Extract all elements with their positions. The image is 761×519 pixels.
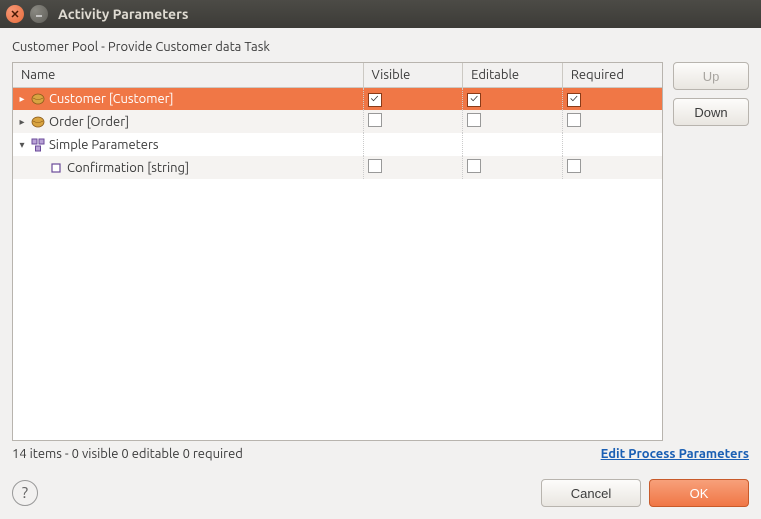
column-header-name[interactable]: Name [13, 63, 363, 87]
down-button[interactable]: Down [673, 98, 749, 126]
visible-checkbox[interactable]: ✓ [368, 93, 382, 107]
close-icon[interactable] [6, 5, 24, 23]
window-title: Activity Parameters [58, 6, 188, 22]
ok-button[interactable]: OK [649, 479, 749, 507]
status-text: 14 items - 0 visible 0 editable 0 requir… [12, 447, 243, 461]
visible-checkbox[interactable] [368, 113, 382, 127]
required-checkbox[interactable] [567, 159, 581, 173]
required-checkbox[interactable] [567, 113, 581, 127]
table-row[interactable]: Confirmation [string] [13, 156, 662, 179]
group-icon [31, 138, 45, 152]
up-button[interactable]: Up [673, 62, 749, 90]
edit-process-parameters-link[interactable]: Edit Process Parameters [601, 447, 749, 461]
row-label: Confirmation [string] [67, 161, 189, 175]
visible-checkbox[interactable] [368, 159, 382, 173]
object-icon [31, 115, 45, 129]
help-button[interactable]: ? [12, 480, 38, 506]
minimize-icon[interactable] [30, 5, 48, 23]
row-label: Customer [Customer] [49, 92, 174, 106]
table-row[interactable]: ▸ Order [Order] [13, 110, 662, 133]
editable-checkbox[interactable]: ✓ [467, 93, 481, 107]
editable-checkbox[interactable] [467, 159, 481, 173]
subtitle: Customer Pool - Provide Customer data Ta… [12, 40, 749, 54]
cancel-button[interactable]: Cancel [541, 479, 641, 507]
table-row[interactable]: ▾ Simple Parameters [13, 133, 662, 156]
column-header-visible[interactable]: Visible [363, 63, 463, 87]
row-label: Simple Parameters [49, 138, 159, 152]
parameters-table: Name Visible Editable Required ▸ Customer… [12, 62, 663, 441]
expander-icon[interactable]: ▸ [17, 116, 27, 128]
help-icon: ? [22, 484, 28, 502]
column-header-required[interactable]: Required [562, 63, 662, 87]
row-label: Order [Order] [49, 115, 129, 129]
editable-checkbox[interactable] [467, 113, 481, 127]
titlebar: Activity Parameters [0, 0, 761, 28]
leaf-icon [49, 161, 63, 175]
required-checkbox[interactable]: ✓ [567, 93, 581, 107]
expander-icon[interactable]: ▾ [17, 139, 27, 151]
column-header-editable[interactable]: Editable [463, 63, 563, 87]
object-icon [31, 92, 45, 106]
table-row[interactable]: ▸ Customer [Customer] ✓ ✓ ✓ [13, 87, 662, 110]
expander-icon[interactable]: ▸ [17, 93, 27, 105]
